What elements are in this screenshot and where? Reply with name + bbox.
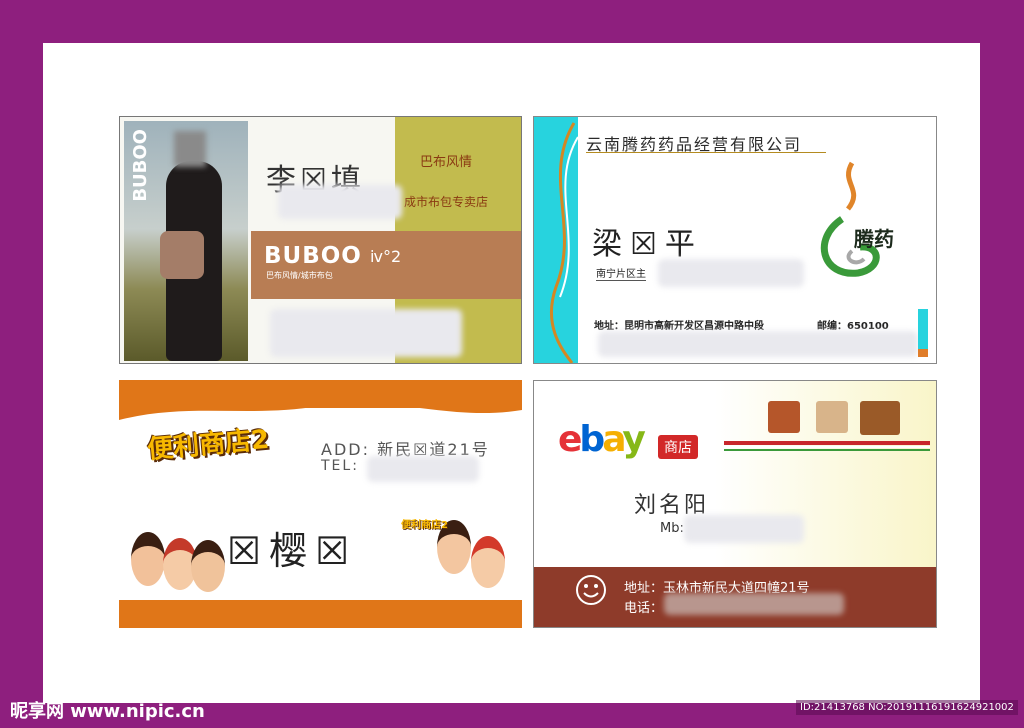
blurred-phone bbox=[598, 331, 918, 357]
store-logo-small: 便利商店2 bbox=[401, 520, 448, 531]
blurred-face bbox=[174, 131, 206, 167]
buboo-logo: BUBOO bbox=[264, 243, 362, 269]
food-thumbnail bbox=[860, 401, 900, 435]
branch-title: 南宁片区主 bbox=[596, 265, 646, 281]
teal-corner-mark bbox=[918, 309, 928, 349]
cartoon-kid bbox=[191, 540, 225, 592]
blurred-info bbox=[278, 185, 402, 219]
blurred-contact bbox=[270, 309, 462, 357]
tel-label: 电话： bbox=[624, 601, 664, 616]
business-card-ebay-shop: ebay 商店 刘名阳 Mb: 地址：玉林市新民大道四幢21号 电话： bbox=[533, 380, 937, 628]
site-watermark: 昵享网 www.nipic.cn bbox=[10, 701, 205, 722]
vertical-brand-text: BUBOO bbox=[130, 129, 151, 202]
business-card-tengyao: 云南腾药药品经营有限公司 腾药 梁☒平 南宁片区主 地址：昆明市高新开发区昌源中… bbox=[533, 116, 937, 364]
ebay-letter-a: a bbox=[602, 419, 625, 460]
tengyao-logo-icon bbox=[820, 161, 880, 277]
ebay-letter-e: e bbox=[558, 419, 582, 460]
blurred-title bbox=[658, 259, 804, 287]
address-text: 地址：昆明市高新开发区昌源中路中段 bbox=[594, 321, 764, 332]
business-card-buboo: BUBOO 李☒填 巴布风情 成市布包专卖店 BUBOO 巴布风情/城市布包 ⅳ… bbox=[119, 116, 522, 364]
tel-label: TEL: bbox=[321, 458, 359, 474]
business-card-convenience-store: 便利商店2 ADD: 新民☒道21号 TEL: ☒樱☒ 便利商店2 bbox=[119, 380, 522, 628]
ebay-logo: ebay bbox=[558, 419, 646, 460]
brand-subtitle: 成市布包专卖店 bbox=[404, 195, 489, 209]
blurred-phone bbox=[367, 456, 479, 482]
company-underline bbox=[586, 152, 826, 153]
buboo-logo-sub: 巴布风情/城市布包 bbox=[266, 271, 333, 280]
cartoon-kid bbox=[131, 532, 165, 586]
blurred-phone bbox=[664, 593, 844, 615]
cartoon-kid bbox=[471, 536, 505, 588]
id-watermark: ID:21413768 NO:20191116191624921002 bbox=[796, 700, 1018, 715]
card-name: ☒樱☒ bbox=[227, 529, 358, 573]
brand-title: 巴布风情 bbox=[420, 155, 473, 170]
logo-mark: ⅳ°2 bbox=[370, 247, 402, 266]
ebay-letter-y: y bbox=[622, 419, 646, 460]
ebay-letter-b: b bbox=[579, 419, 605, 460]
mobile-label: Mb: bbox=[660, 521, 684, 536]
blurred-mobile bbox=[684, 515, 804, 543]
food-thumbnail bbox=[816, 401, 848, 433]
orange-corner-mark bbox=[918, 349, 928, 357]
food-thumbnail bbox=[768, 401, 800, 433]
model-photo: BUBOO bbox=[124, 121, 248, 361]
stripe-decoration bbox=[724, 441, 930, 451]
tengyao-logo-text: 腾药 bbox=[854, 227, 894, 251]
card-name: 梁☒平 bbox=[592, 227, 703, 262]
smiley-icon bbox=[576, 575, 606, 605]
zip-text: 邮编：650100 bbox=[817, 321, 889, 332]
shop-badge: 商店 bbox=[658, 435, 698, 459]
bag-shape bbox=[160, 231, 204, 279]
swoosh-decoration bbox=[550, 122, 579, 363]
